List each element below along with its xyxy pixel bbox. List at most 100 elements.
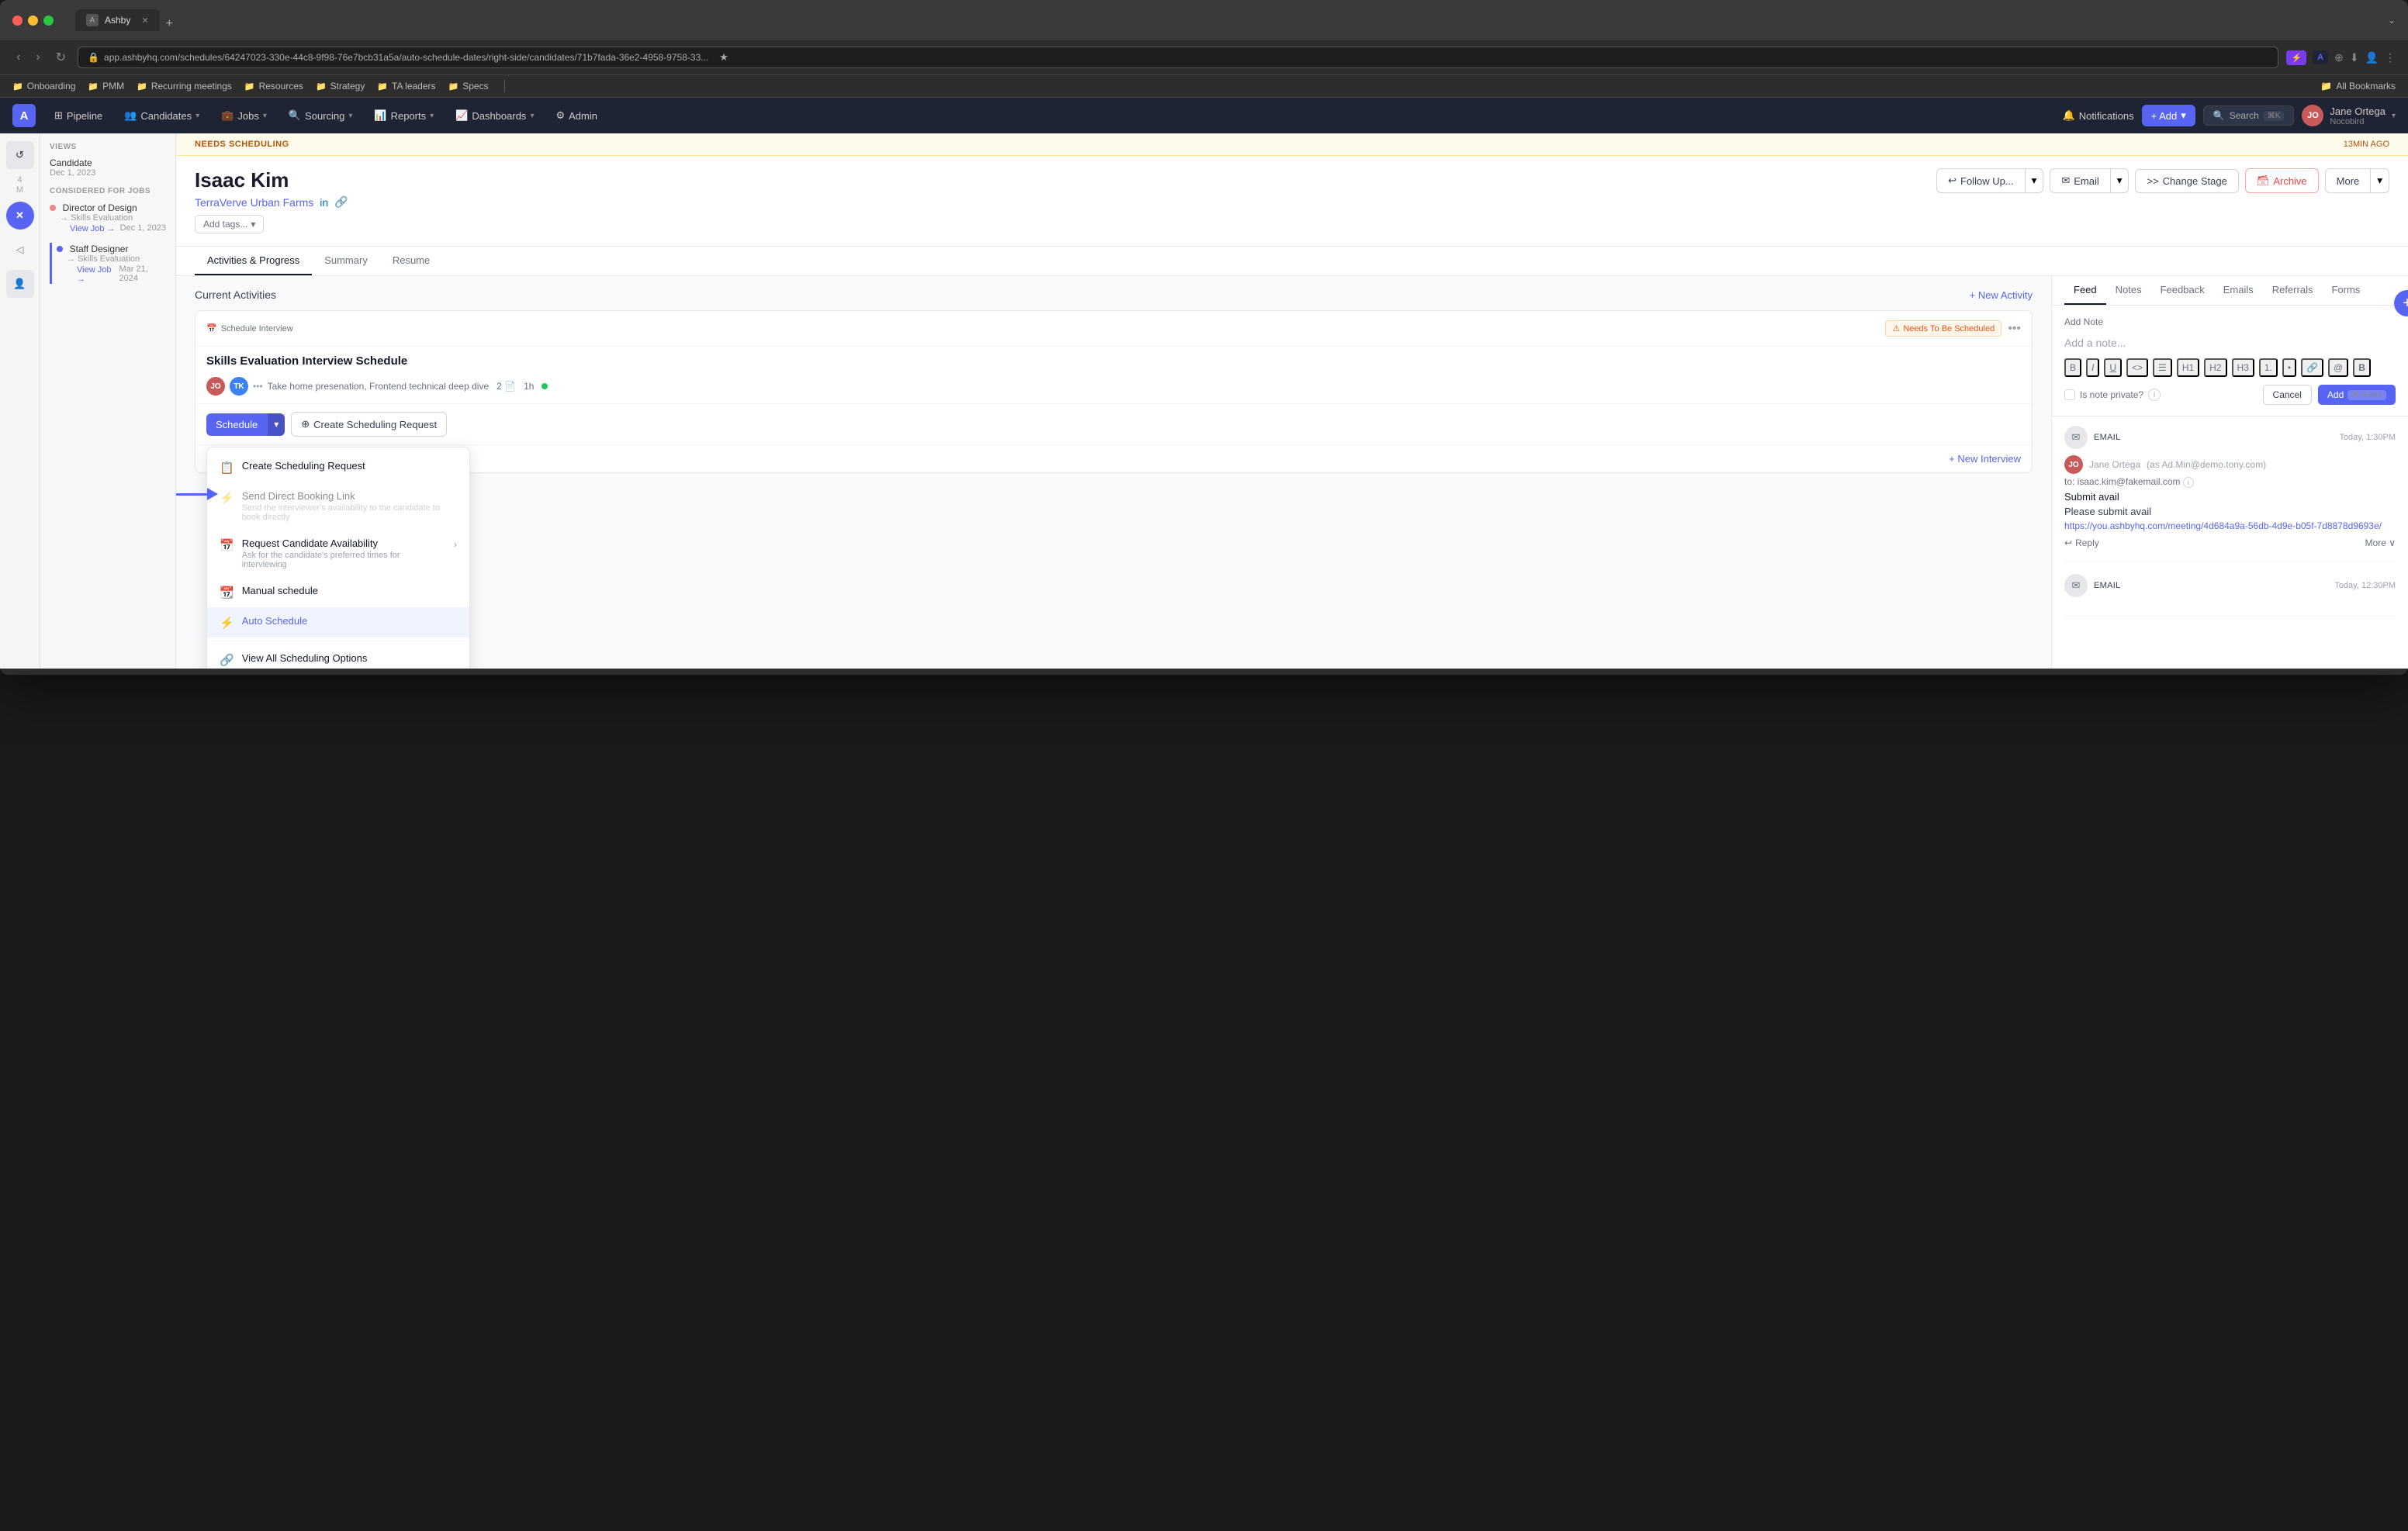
tab-referrals[interactable]: Referrals <box>2263 276 2323 305</box>
feed-link-1[interactable]: https://you.ashbyhq.com/meeting/4d684a9a… <box>2064 520 2396 531</box>
link-button[interactable]: 🔗 <box>2301 358 2323 377</box>
view-job-link-1[interactable]: View Job → <box>70 224 116 233</box>
add-tags-button[interactable]: Add tags... ▾ <box>195 215 264 233</box>
email-button[interactable]: ✉ Email <box>2050 168 2109 193</box>
all-bookmarks-button[interactable]: 📁 All Bookmarks <box>2320 81 2396 92</box>
italic-button[interactable]: I <box>2086 358 2099 377</box>
code-button[interactable]: <> <box>2126 358 2148 377</box>
new-interview-button[interactable]: + New Interview <box>1949 453 2021 465</box>
mention-button[interactable]: @ <box>2328 358 2348 377</box>
minimize-button[interactable] <box>28 16 38 26</box>
view-job-link-2[interactable]: View Job → <box>77 265 119 284</box>
follow-up-button[interactable]: ↩ Follow Up... <box>1936 168 2025 193</box>
create-request-button[interactable]: ⊕ Create Scheduling Request <box>291 412 447 437</box>
info-button[interactable]: i <box>2148 389 2161 401</box>
email-dropdown[interactable]: ▾ <box>2110 168 2129 193</box>
underline-button[interactable]: U <box>2104 358 2122 377</box>
bookmark-recurring[interactable]: 📁 Recurring meetings <box>137 81 232 92</box>
h3-button[interactable]: H3 <box>2232 358 2254 377</box>
back-panel-icon[interactable]: ◁ <box>6 236 34 264</box>
h2-button[interactable]: H2 <box>2204 358 2226 377</box>
dropdown-request-availability[interactable]: 📅 Request Candidate Availability Ask for… <box>207 530 469 577</box>
tab-activities-progress[interactable]: Activities & Progress <box>195 247 312 275</box>
bookmark-specs[interactable]: 📁 Specs <box>448 81 489 92</box>
schedule-button[interactable]: Schedule <box>206 413 267 436</box>
candidate-panel: VIEWS Candidate Dec 1, 2023 CONSIDERED F… <box>40 133 176 669</box>
candidate-panel-icon[interactable]: 👤 <box>6 270 34 298</box>
profile-icon[interactable]: 👤 <box>2365 51 2379 64</box>
dropdown-view-all-options[interactable]: 🔗 View All Scheduling Options <box>207 645 469 669</box>
nav-reports[interactable]: 📊 Reports ▾ <box>365 103 443 128</box>
dropdown-manual-schedule[interactable]: 📆 Manual schedule <box>207 577 469 607</box>
info-icon-1[interactable]: i <box>2183 477 2194 488</box>
bold-alt-button[interactable]: B <box>2353 358 2371 377</box>
ordered-list-button[interactable]: 1. <box>2259 358 2278 377</box>
nav-candidates[interactable]: 👥 Candidates ▾ <box>115 103 209 128</box>
cancel-note-button[interactable]: Cancel <box>2263 385 2312 405</box>
h1-button[interactable]: H1 <box>2177 358 2199 377</box>
add-button[interactable]: + Add ▾ <box>2142 105 2195 126</box>
nav-admin[interactable]: ⚙ Admin <box>546 103 607 128</box>
active-tab[interactable]: A Ashby ✕ <box>75 9 160 31</box>
tab-forms[interactable]: Forms <box>2322 276 2369 305</box>
bookmark-resources[interactable]: 📁 Resources <box>244 81 303 92</box>
feed-item-header-2: ✉ Email Today, 12:30PM <box>2064 574 2396 597</box>
extension-icon-1[interactable]: ⚡ <box>2286 50 2306 65</box>
tab-feedback[interactable]: Feedback <box>2151 276 2214 305</box>
new-activity-button[interactable]: + New Activity <box>1970 289 2033 301</box>
dropdown-create-request[interactable]: 📋 Create Scheduling Request <box>207 452 469 482</box>
back-button[interactable]: ‹ <box>12 49 24 66</box>
history-icon[interactable]: ↺ <box>6 141 34 169</box>
tab-summary[interactable]: Summary <box>312 247 380 275</box>
nav-pipeline[interactable]: ⊞ Pipeline <box>45 103 112 128</box>
bookmark-ta-leaders[interactable]: 📁 TA leaders <box>377 81 435 92</box>
tab-close-icon[interactable]: ✕ <box>141 16 148 26</box>
archive-button[interactable]: 🗃 Archive <box>2245 168 2319 193</box>
nav-jobs[interactable]: 💼 Jobs ▾ <box>212 103 276 128</box>
more-dropdown[interactable]: ▾ <box>2370 168 2389 193</box>
tab-notes[interactable]: Notes <box>2106 276 2151 305</box>
add-note-submit-button[interactable]: Add ⌘+Enter <box>2318 385 2396 405</box>
reply-button-1[interactable]: ↩ Reply <box>2064 537 2099 548</box>
extension-icon-2[interactable]: A <box>2313 50 2328 64</box>
bookmark-pmm[interactable]: 📁 PMM <box>88 81 124 92</box>
tab-feed[interactable]: Feed <box>2064 276 2106 305</box>
notifications-button[interactable]: 🔔 Notifications <box>2063 109 2134 122</box>
link-icon[interactable]: 🔗 <box>334 195 348 209</box>
nav-dashboards[interactable]: 📈 Dashboards ▾ <box>446 103 543 128</box>
search-button[interactable]: 🔍 Search ⌘K <box>2203 105 2295 126</box>
maximize-button[interactable] <box>43 16 54 26</box>
dropdown-auto-schedule[interactable]: ⚡ Auto Schedule <box>207 607 469 638</box>
bookmark-strategy[interactable]: 📁 Strategy <box>316 81 365 92</box>
new-tab-button[interactable]: + <box>166 17 173 31</box>
close-panel-icon[interactable]: ✕ <box>6 202 34 230</box>
schedule-dropdown-arrow[interactable]: ▾ <box>267 413 285 436</box>
follow-up-dropdown[interactable]: ▾ <box>2025 168 2044 193</box>
menu-icon[interactable]: ⋮ <box>2385 51 2396 64</box>
more-button[interactable]: More <box>2325 168 2371 193</box>
refresh-button[interactable]: ↻ <box>52 48 70 67</box>
app-logo[interactable]: A <box>12 104 36 127</box>
bold-button[interactable]: B <box>2064 358 2081 377</box>
card-more-button[interactable]: ••• <box>2008 322 2021 336</box>
private-checkbox[interactable] <box>2064 389 2075 400</box>
bullet-list-button[interactable]: • <box>2282 358 2296 377</box>
add-note-label: Add Note <box>2064 316 2396 327</box>
nav-sourcing[interactable]: 🔍 Sourcing ▾ <box>279 103 362 128</box>
calendar-icon: 📅 <box>206 323 217 334</box>
note-input[interactable]: Add a note... <box>2064 334 2396 358</box>
extension-icon-3[interactable]: ⊕ <box>2334 51 2344 64</box>
tab-emails[interactable]: Emails <box>2214 276 2263 305</box>
close-button[interactable] <box>12 16 22 26</box>
linkedin-icon[interactable]: in <box>320 196 328 209</box>
bookmark-onboarding[interactable]: 📁 Onboarding <box>12 81 75 92</box>
change-stage-button[interactable]: >> Change Stage <box>2135 169 2238 193</box>
download-icon[interactable]: ⬇ <box>2350 51 2359 64</box>
url-bar[interactable]: 🔒 app.ashbyhq.com/schedules/64247023-330… <box>78 47 2278 68</box>
more-button-1[interactable]: More ∨ <box>2365 537 2396 548</box>
blockquote-button[interactable]: ☰ <box>2153 358 2172 377</box>
tab-list-dropdown[interactable]: ⌄ <box>2388 15 2396 26</box>
forward-button[interactable]: › <box>32 49 43 66</box>
tab-resume[interactable]: Resume <box>380 247 442 275</box>
user-profile[interactable]: JO Jane Ortega Nocobird ▾ <box>2302 105 2396 126</box>
